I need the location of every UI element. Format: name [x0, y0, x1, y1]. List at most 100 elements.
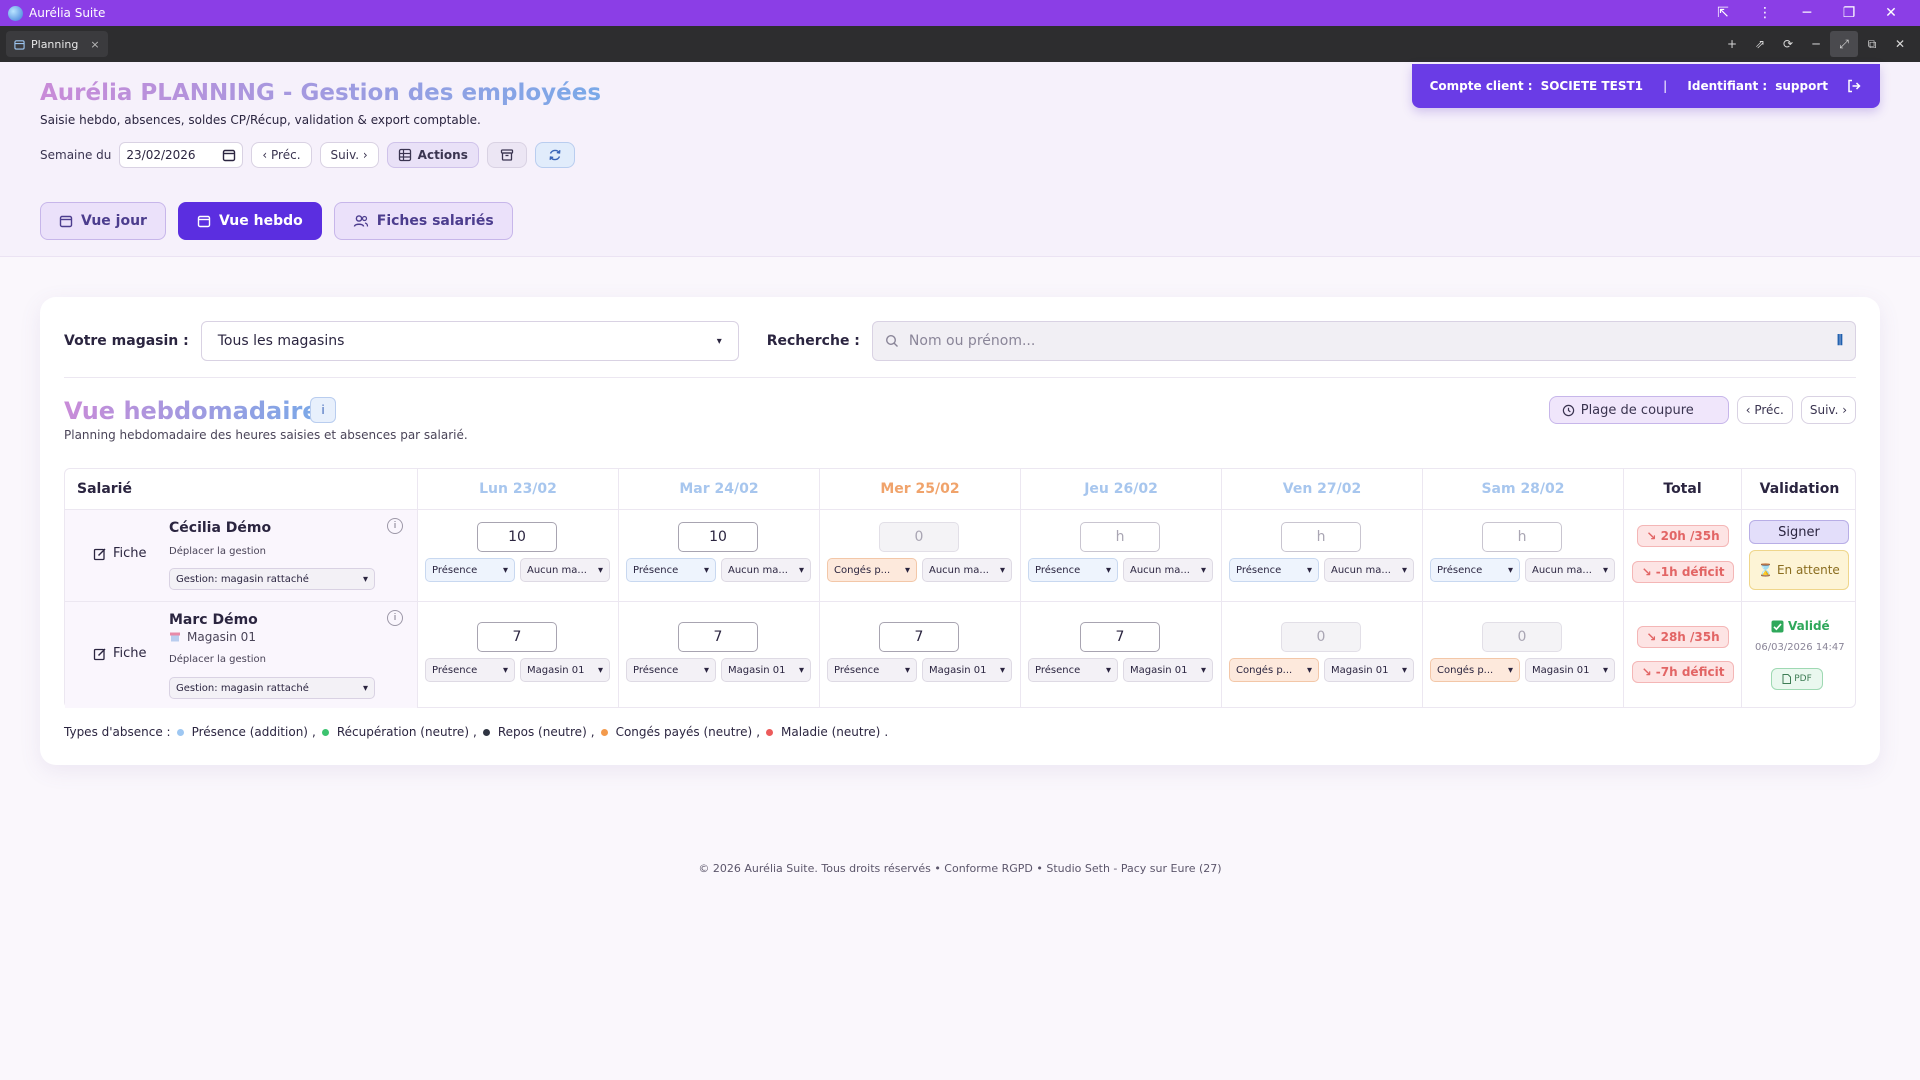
day-store-select[interactable]: Aucun ma... ▾ — [520, 558, 610, 582]
employee-info-icon[interactable]: i — [387, 518, 403, 534]
calendar-picker-icon[interactable] — [222, 148, 236, 162]
view-employees-button[interactable]: Fiches salariés — [333, 202, 513, 240]
app-logo-icon — [8, 5, 23, 21]
hours-input[interactable]: 0 — [1482, 622, 1562, 652]
pdf-button[interactable]: PDF — [1771, 668, 1823, 690]
store-select[interactable]: Tous les magasins ▾ — [200, 321, 739, 361]
hours-input[interactable]: 7 — [477, 622, 557, 652]
logout-icon[interactable] — [1846, 78, 1862, 94]
hours-input[interactable]: 7 — [678, 622, 758, 652]
day-store-select[interactable]: Aucun ma... ▾ — [721, 558, 811, 582]
absence-type-value: Présence — [633, 564, 679, 576]
fiche-button[interactable]: Fiche — [93, 546, 147, 561]
absence-type-value: Présence — [1035, 664, 1081, 676]
extensions-icon[interactable]: ⇱ — [1702, 0, 1744, 26]
management-select[interactable]: Gestion: magasin rattaché ▾ — [169, 568, 375, 590]
info-icon[interactable]: i — [310, 397, 336, 423]
menu-kebab-icon[interactable]: ⋮ — [1744, 0, 1786, 26]
absence-type-select[interactable]: Présence ▾ — [1028, 558, 1118, 582]
close-tab-icon[interactable]: ✕ — [1886, 31, 1914, 57]
tab-close-icon[interactable]: × — [90, 38, 99, 51]
day-store-select[interactable]: Magasin 01 ▾ — [1525, 658, 1615, 682]
plage-coupure-button[interactable]: Plage de coupure — [1548, 396, 1729, 424]
close-window-button[interactable]: ✕ — [1870, 0, 1912, 26]
hours-input[interactable]: h — [1080, 522, 1160, 552]
absence-type-select[interactable]: Présence ▾ — [425, 658, 515, 682]
hours-input[interactable]: 7 — [879, 622, 959, 652]
prev-week-button[interactable]: ‹ Préc. — [251, 142, 312, 168]
hours-input[interactable]: 10 — [477, 522, 557, 552]
edit-icon — [93, 648, 106, 660]
reload-icon[interactable]: ⟳ — [1774, 31, 1802, 57]
day-store-select[interactable]: Aucun ma... ▾ — [1324, 558, 1414, 582]
sign-button[interactable]: Signer — [1749, 520, 1849, 544]
minimize-tab-icon[interactable]: ─ — [1802, 31, 1830, 57]
archive-button[interactable] — [486, 142, 527, 168]
day-store-select[interactable]: Magasin 01 ▾ — [1123, 658, 1213, 682]
week-date-input[interactable]: 23/02/2026 — [119, 142, 244, 168]
absence-type-select[interactable]: Congés p... ▾ — [827, 558, 917, 582]
window-titlebar: Aurélia Suite ⇱ ⋮ ─ ❐ ✕ — [0, 0, 1920, 26]
absence-type-select[interactable]: Présence ▾ — [626, 558, 716, 582]
prev-period-button[interactable]: ‹ Préc. — [1736, 396, 1793, 424]
chevron-down-icon: ▾ — [362, 682, 368, 694]
next-period-button[interactable]: Suiv. › — [1800, 396, 1856, 424]
actions-button[interactable]: Actions — [386, 142, 479, 168]
fiche-button[interactable]: Fiche — [93, 646, 147, 661]
absence-type-select[interactable]: Présence ▾ — [1430, 558, 1520, 582]
absence-type-select[interactable]: Présence ▾ — [626, 658, 716, 682]
chevron-down-icon: ▾ — [703, 664, 709, 676]
restore-button[interactable]: ❐ — [1828, 0, 1870, 26]
page-footer: © 2026 Aurélia Suite. Tous droits réserv… — [698, 862, 1222, 875]
view-day-button[interactable]: Vue jour — [40, 202, 166, 240]
search-input[interactable]: Nom ou prénom... ⦀ — [871, 321, 1856, 361]
client-label: Compte client : — [1429, 79, 1533, 93]
filters-bar: Votre magasin : Tous les magasins ▾ Rech… — [64, 321, 1856, 361]
absence-type-select[interactable]: Congés p... ▾ — [1430, 658, 1520, 682]
open-external-icon[interactable]: ⇗ — [1746, 31, 1774, 57]
fullscreen-icon[interactable]: ⤢ — [1830, 31, 1858, 57]
calendar-icon — [59, 215, 73, 228]
day-store-select[interactable]: Aucun ma... ▾ — [1123, 558, 1213, 582]
hours-input[interactable]: 0 — [1281, 622, 1361, 652]
fiche-label: Fiche — [113, 546, 147, 561]
management-select[interactable]: Gestion: magasin rattaché ▾ — [169, 677, 375, 699]
day-store-select[interactable]: Aucun ma... ▾ — [1525, 558, 1615, 582]
minimize-button[interactable]: ─ — [1786, 0, 1828, 26]
hours-input[interactable]: h — [1482, 522, 1562, 552]
absence-type-select[interactable]: Présence ▾ — [1028, 658, 1118, 682]
chevron-down-icon: ▾ — [999, 664, 1005, 676]
day-store-select[interactable]: Magasin 01 ▾ — [922, 658, 1012, 682]
absence-type-select[interactable]: Présence ▾ — [1229, 558, 1319, 582]
hours-input[interactable]: 7 — [1080, 622, 1160, 652]
weekly-table: Salarié Lun 23/02 Mar 24/02 Mer 25/02 Je… — [64, 468, 1856, 708]
total-hours-badge: ↘ 28h /35h — [1637, 626, 1729, 648]
employee-store-name: Magasin 01 — [187, 630, 256, 644]
chevron-down-icon: ▾ — [1105, 564, 1111, 576]
detach-icon[interactable]: ⧉ — [1858, 31, 1886, 57]
hours-input[interactable]: 0 — [879, 522, 959, 552]
window-title: Aurélia Suite — [29, 6, 106, 20]
day-store-select[interactable]: Magasin 01 ▾ — [1324, 658, 1414, 682]
employee-info-icon[interactable]: i — [387, 610, 403, 626]
store-select-value: Tous les magasins — [217, 333, 345, 349]
day-store-select[interactable]: Aucun ma... ▾ — [922, 558, 1012, 582]
day-store-select[interactable]: Magasin 01 ▾ — [520, 658, 610, 682]
validated-status: Validé — [1771, 619, 1830, 633]
next-week-button[interactable]: Suiv. › — [319, 142, 379, 168]
hours-input[interactable]: 10 — [678, 522, 758, 552]
absence-type-select[interactable]: Présence ▾ — [425, 558, 515, 582]
new-tab-icon[interactable]: + — [1718, 31, 1746, 57]
view-switcher: Vue jour Vue hebdo Fiches salariés — [40, 202, 513, 240]
password-manager-icon[interactable]: ⦀ — [1837, 333, 1843, 349]
refresh-button[interactable] — [534, 142, 575, 168]
day-store-value: Magasin 01 — [728, 664, 786, 676]
chevron-down-icon: ▾ — [716, 335, 722, 347]
view-week-button[interactable]: Vue hebdo — [177, 202, 322, 240]
tab-planning[interactable]: Planning × — [6, 31, 108, 57]
absence-type-select[interactable]: Présence ▾ — [827, 658, 917, 682]
day-store-select[interactable]: Magasin 01 ▾ — [721, 658, 811, 682]
hours-input[interactable]: h — [1281, 522, 1361, 552]
absence-type-select[interactable]: Congés p... ▾ — [1229, 658, 1319, 682]
page-icon — [14, 39, 25, 50]
